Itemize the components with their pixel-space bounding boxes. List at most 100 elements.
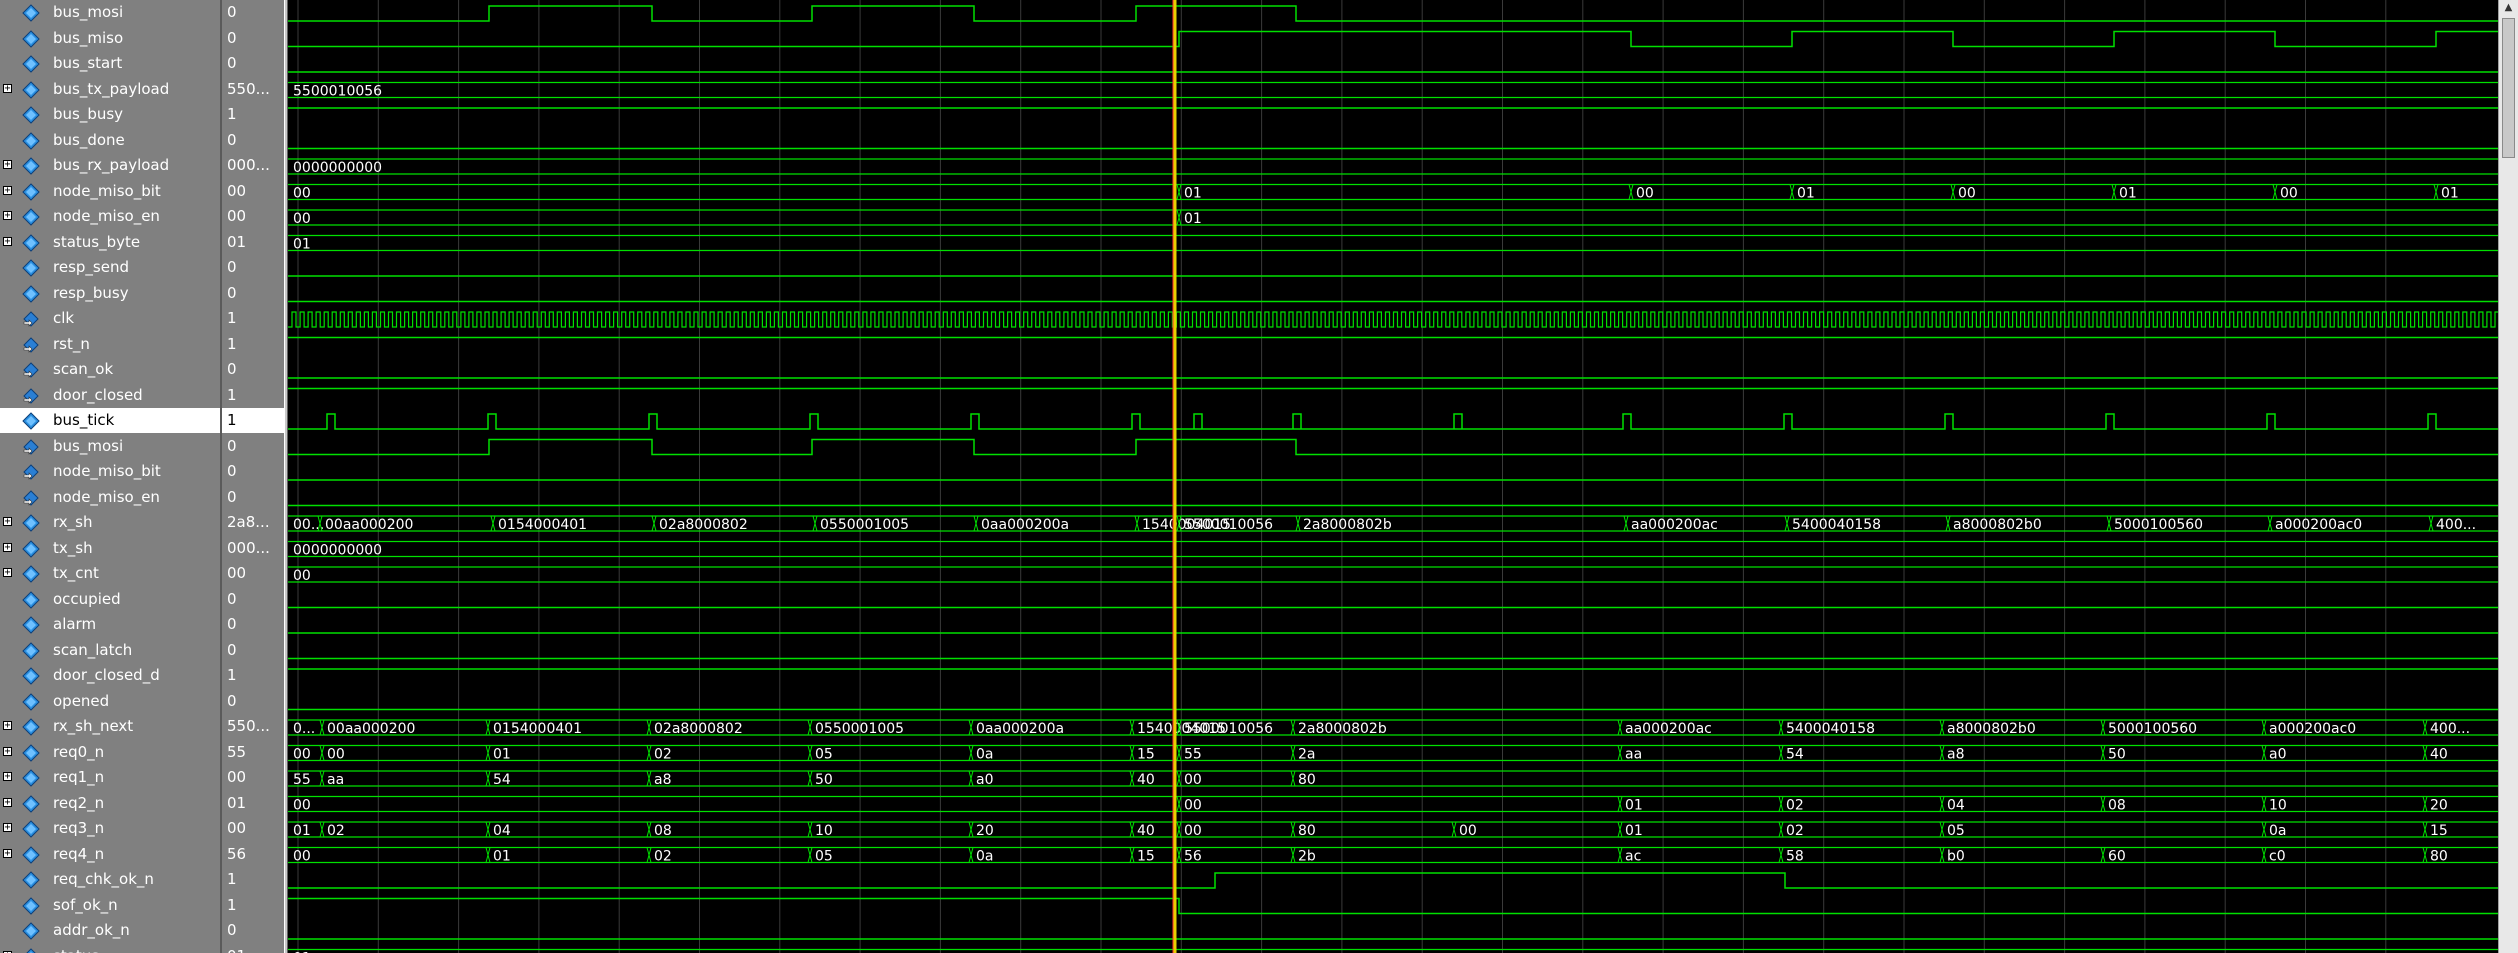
signal-row-req3_n[interactable]: + req3_n bbox=[0, 816, 222, 841]
bus-value-label: 00 bbox=[293, 211, 311, 227]
expand-plus-icon[interactable]: + bbox=[3, 721, 12, 731]
expand-plus-icon[interactable]: + bbox=[3, 83, 12, 93]
signal-row-node_miso_bit[interactable]: + node_miso_bit bbox=[0, 179, 222, 204]
signal-row-bus_tick[interactable]: bus_tick bbox=[0, 408, 222, 433]
expand-plus-icon[interactable]: + bbox=[3, 160, 12, 170]
signal-row-tx_cnt[interactable]: + tx_cnt bbox=[0, 561, 222, 586]
diamond-icon bbox=[22, 896, 40, 915]
bus-value-label: 55 bbox=[293, 772, 311, 788]
signal-row-req_chk_ok_n[interactable]: req_chk_ok_n bbox=[0, 867, 222, 892]
signal-name: req0_n bbox=[53, 742, 105, 761]
signal-value: 0 bbox=[227, 360, 237, 378]
bus-value-label: 00 bbox=[2280, 186, 2298, 202]
signal-row-clk[interactable]: clk bbox=[0, 306, 222, 331]
bus-value-label: 0aa000200a bbox=[976, 721, 1064, 737]
expand-plus-icon[interactable]: + bbox=[3, 236, 12, 246]
diamond-icon bbox=[22, 616, 40, 634]
signal-row-bus_start[interactable]: bus_start bbox=[0, 51, 222, 76]
signal-row-req1_n[interactable]: + req1_n bbox=[0, 765, 222, 790]
signal-row-rx_sh_next[interactable]: + rx_sh_next bbox=[0, 714, 222, 739]
diamond-icon bbox=[22, 233, 40, 252]
signal-name: node_miso_bit bbox=[53, 462, 161, 480]
signal-row-rx_sh[interactable]: + rx_sh bbox=[0, 510, 222, 535]
signal-row-req0_n[interactable]: + req0_n bbox=[0, 740, 222, 765]
expand-plus-icon[interactable]: + bbox=[3, 772, 12, 782]
signal-row-bus_done[interactable]: bus_done bbox=[0, 128, 222, 153]
bus-value-label: 02a8000802 bbox=[654, 721, 743, 737]
signal-value: 550... bbox=[227, 79, 270, 98]
signal-row-resp_busy[interactable]: resp_busy bbox=[0, 281, 222, 306]
bus-value-label: a0 bbox=[2269, 747, 2287, 763]
signal-name: node_miso_bit bbox=[53, 181, 161, 200]
expand-plus-icon[interactable]: + bbox=[3, 848, 12, 858]
input-port-icon bbox=[22, 387, 40, 405]
signal-value: 000... bbox=[227, 156, 270, 174]
signal-row-bus_tx_payload[interactable]: + bus_tx_payload bbox=[0, 77, 222, 102]
bus-value-label: b0 bbox=[1947, 849, 1965, 865]
signal-name: addr_ok_n bbox=[53, 921, 130, 939]
bus-value-label: 20 bbox=[976, 823, 994, 839]
signal-row-bus_mosi[interactable]: bus_mosi bbox=[0, 0, 222, 25]
signal-name: occupied bbox=[53, 589, 121, 608]
bus-value-label: a8000802b0 bbox=[1947, 721, 2036, 737]
signal-row-bus_rx_payload[interactable]: + bus_rx_payload bbox=[0, 153, 222, 178]
bus-value-label: 01 bbox=[1184, 211, 1202, 227]
vertical-scrollbar[interactable]: ▲ bbox=[2498, 0, 2518, 953]
expand-plus-icon[interactable]: + bbox=[3, 823, 12, 833]
signal-row-alarm[interactable]: alarm bbox=[0, 612, 222, 637]
expand-plus-icon[interactable]: + bbox=[3, 517, 12, 527]
bus-value-label: 56 bbox=[1184, 849, 1202, 865]
expand-plus-icon[interactable]: + bbox=[3, 797, 12, 807]
waveform-canvas[interactable]: 5500010056000000000000 01 00 01 00 01 00 0100 01… bbox=[288, 0, 2498, 953]
expand-plus-icon[interactable]: + bbox=[3, 211, 12, 221]
signal-row-door_closed_d[interactable]: door_closed_d bbox=[0, 663, 222, 688]
bus-value-label: a0 bbox=[976, 772, 994, 788]
expand-plus-icon[interactable]: + bbox=[3, 568, 12, 578]
signal-row-status_byte[interactable]: + status_byte bbox=[0, 230, 222, 255]
scroll-up-arrow-icon[interactable]: ▲ bbox=[2499, 0, 2518, 16]
expand-plus-icon[interactable]: + bbox=[3, 185, 12, 195]
bus-value-label: 05 bbox=[815, 747, 833, 763]
time-cursor[interactable] bbox=[1172, 0, 1177, 953]
signal-value: 000... bbox=[227, 538, 270, 557]
signal-row-occupied[interactable]: occupied bbox=[0, 587, 222, 612]
bus-value-label: 50 bbox=[815, 772, 833, 788]
signal-row-resp_send[interactable]: resp_send bbox=[0, 255, 222, 280]
bus-value-label: 60 bbox=[2108, 849, 2126, 865]
signal-row-bus_busy[interactable]: bus_busy bbox=[0, 102, 222, 127]
signal-value: 56 bbox=[227, 844, 247, 863]
scrollbar-thumb[interactable] bbox=[2502, 18, 2515, 158]
signal-name: bus_mosi bbox=[53, 436, 124, 455]
signal-row-node_miso_en[interactable]: + node_miso_en bbox=[0, 204, 222, 229]
signal-name: scan_latch bbox=[53, 640, 133, 659]
signal-row-rst_n[interactable]: rst_n bbox=[0, 332, 222, 357]
bus-value-label: 0154000401 bbox=[493, 721, 582, 737]
bus-value-label: 00 bbox=[1459, 823, 1477, 839]
signal-row-bus_miso[interactable]: bus_miso bbox=[0, 26, 222, 51]
signal-row-status[interactable]: +status bbox=[0, 944, 222, 953]
signal-row-node_miso_en[interactable]: node_miso_en bbox=[0, 485, 222, 510]
signal-row-req2_n[interactable]: + req2_n bbox=[0, 791, 222, 816]
bus-value-label: 5400040158 bbox=[1792, 517, 1881, 533]
signal-row-scan_ok[interactable]: scan_ok bbox=[0, 357, 222, 382]
bus-value-label: 00 bbox=[1958, 186, 1976, 202]
diamond-icon bbox=[22, 667, 40, 685]
bus-value-label: 5500010056 bbox=[293, 84, 382, 100]
signal-value: 2a8... bbox=[227, 513, 270, 531]
signal-row-door_closed[interactable]: door_closed bbox=[0, 383, 222, 408]
signal-row-addr_ok_n[interactable]: addr_ok_n bbox=[0, 918, 222, 943]
signal-row-node_miso_bit[interactable]: node_miso_bit bbox=[0, 459, 222, 484]
signal-name: door_closed bbox=[53, 385, 143, 404]
bus-value-label: 02 bbox=[1786, 798, 1804, 814]
signal-row-req4_n[interactable]: + req4_n bbox=[0, 842, 222, 867]
expand-plus-icon[interactable]: + bbox=[3, 542, 12, 552]
signal-row-tx_sh[interactable]: + tx_sh bbox=[0, 536, 222, 561]
signal-value: 0 bbox=[227, 921, 237, 939]
signal-row-sof_ok_n[interactable]: sof_ok_n bbox=[0, 893, 222, 918]
signal-row-scan_latch[interactable]: scan_latch bbox=[0, 638, 222, 663]
signal-row-bus_mosi[interactable]: bus_mosi bbox=[0, 434, 222, 459]
signal-row-opened[interactable]: opened bbox=[0, 689, 222, 714]
grid-lines bbox=[297, 0, 2387, 953]
expand-plus-icon[interactable]: + bbox=[3, 746, 12, 756]
signal-value: 00 bbox=[227, 768, 247, 786]
